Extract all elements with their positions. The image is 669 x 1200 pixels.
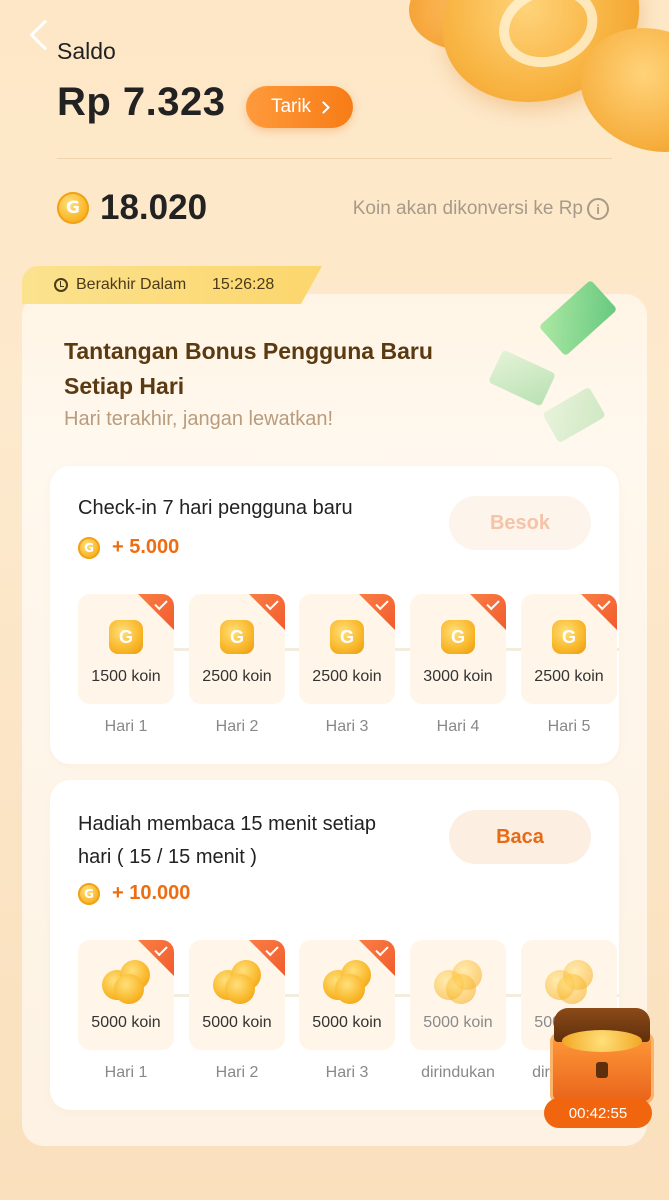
checkin-days-row: 1500 koin Hari 1 2500 koin Hari 2 2500 k… [78, 594, 619, 734]
chevron-right-icon [317, 101, 330, 114]
checkin-reward-amount: + 5.000 [112, 536, 180, 558]
checkmark-icon [138, 594, 174, 630]
checkmark-icon [581, 594, 617, 630]
reading-reward: + 10.000 [78, 882, 190, 905]
day-label: Hari 3 [325, 1064, 369, 1080]
day-amount: 2500 koin [534, 668, 604, 685]
withdraw-button[interactable]: Tarik [246, 86, 353, 128]
day-amount: 5000 koin [312, 1014, 382, 1031]
challenge-subtitle: Hari terakhir, jangan lewatkan! [64, 408, 334, 430]
day-label: Hari 4 [436, 718, 480, 734]
coin-stack-icon [323, 960, 373, 1004]
day-amount: 5000 koin [202, 1014, 272, 1031]
challenge-title: Tantangan Bonus Pengguna Baru Setiap Har… [64, 338, 433, 399]
reading-day: 5000 koin Hari 2 [189, 940, 285, 1080]
checkin-day: 2500 koin Hari 2 [189, 594, 285, 734]
coin-stack-icon [102, 960, 152, 1004]
reading-task-card: Hadiah membaca 15 menit setiap hari ( 15… [50, 780, 619, 1110]
page-title: Saldo [57, 38, 116, 64]
day-amount: 5000 koin [91, 1014, 161, 1031]
checkin-task-title: Check-in 7 hari pengguna baru [78, 497, 353, 519]
convert-note: Koin akan dikonversi ke Rp [352, 198, 583, 219]
read-button[interactable]: Baca [449, 810, 591, 864]
coin-icon [109, 620, 143, 654]
tomorrow-button[interactable]: Besok [449, 496, 591, 550]
countdown-value: 15:26:28 [212, 276, 275, 293]
coin-icon [330, 620, 364, 654]
checkin-day: 1500 koin Hari 1 [78, 594, 174, 734]
lock-icon [596, 1062, 608, 1078]
reading-title-line: hari ( 15 / 15 menit ) [78, 846, 257, 868]
day-label: Hari 3 [325, 718, 369, 734]
checkin-day: 2500 koin Hari 3 [299, 594, 395, 734]
countdown-ribbon: Berakhir Dalam 15:26:28 [22, 266, 322, 304]
day-amount: 2500 koin [312, 668, 382, 685]
coin-balance: 18.020 [100, 188, 208, 227]
day-label: Hari 1 [104, 1064, 148, 1080]
treasure-chest-widget[interactable]: ✦ ✦ 00:42:55 [540, 1004, 660, 1128]
countdown-label: Berakhir Dalam [76, 276, 187, 293]
day-label: dirindukan [421, 1064, 495, 1080]
divider [57, 158, 612, 159]
reading-title-line: Hadiah membaca 15 menit setiap [78, 813, 376, 835]
day-amount: 5000 koin [423, 1014, 493, 1031]
reading-day: 5000 koin Hari 1 [78, 940, 174, 1080]
coin-icon [57, 192, 89, 224]
day-amount: 3000 koin [423, 668, 493, 685]
coin-stack-icon [545, 960, 595, 1004]
coin-icon [78, 536, 100, 559]
checkmark-icon [470, 594, 506, 630]
checkin-reward: + 5.000 [78, 536, 179, 559]
reading-day: 5000 koin dirindukan [410, 940, 506, 1080]
reading-task-title: Hadiah membaca 15 menit setiap hari ( 15… [78, 808, 376, 874]
checkin-day: 3000 koin Hari 4 [410, 594, 506, 734]
day-amount: 2500 koin [202, 668, 272, 685]
coin-icon [220, 620, 254, 654]
coin-stack-icon [213, 960, 263, 1004]
day-label: Hari 2 [215, 1064, 259, 1080]
info-icon[interactable]: i [587, 198, 609, 220]
coin-icon [552, 620, 586, 654]
clock-icon [54, 278, 68, 292]
checkin-task-card: Check-in 7 hari pengguna baru + 5.000 Be… [50, 466, 619, 764]
reading-days-row: 5000 koin Hari 1 5000 koin Hari 2 5000 k… [78, 940, 619, 1080]
day-label: Hari 1 [104, 718, 148, 734]
checkmark-icon [359, 594, 395, 630]
day-amount: 1500 koin [91, 668, 161, 685]
back-arrow-icon[interactable] [29, 19, 61, 51]
day-label: Hari 2 [215, 718, 259, 734]
balance-amount: Rp 7.323 [57, 80, 226, 124]
coin-stack-icon [434, 960, 484, 1004]
chest-gold [562, 1030, 642, 1052]
withdraw-label: Tarik [270, 96, 312, 117]
reading-day: 5000 koin Hari 3 [299, 940, 395, 1080]
reading-reward-amount: + 10.000 [112, 882, 191, 904]
checkin-day: 2500 koin Hari 5 [521, 594, 617, 734]
chest-countdown: 00:42:55 [544, 1098, 652, 1128]
coin-icon [78, 882, 100, 905]
coin-icon [441, 620, 475, 654]
checkmark-icon [249, 594, 285, 630]
day-label: Hari 5 [547, 718, 591, 734]
